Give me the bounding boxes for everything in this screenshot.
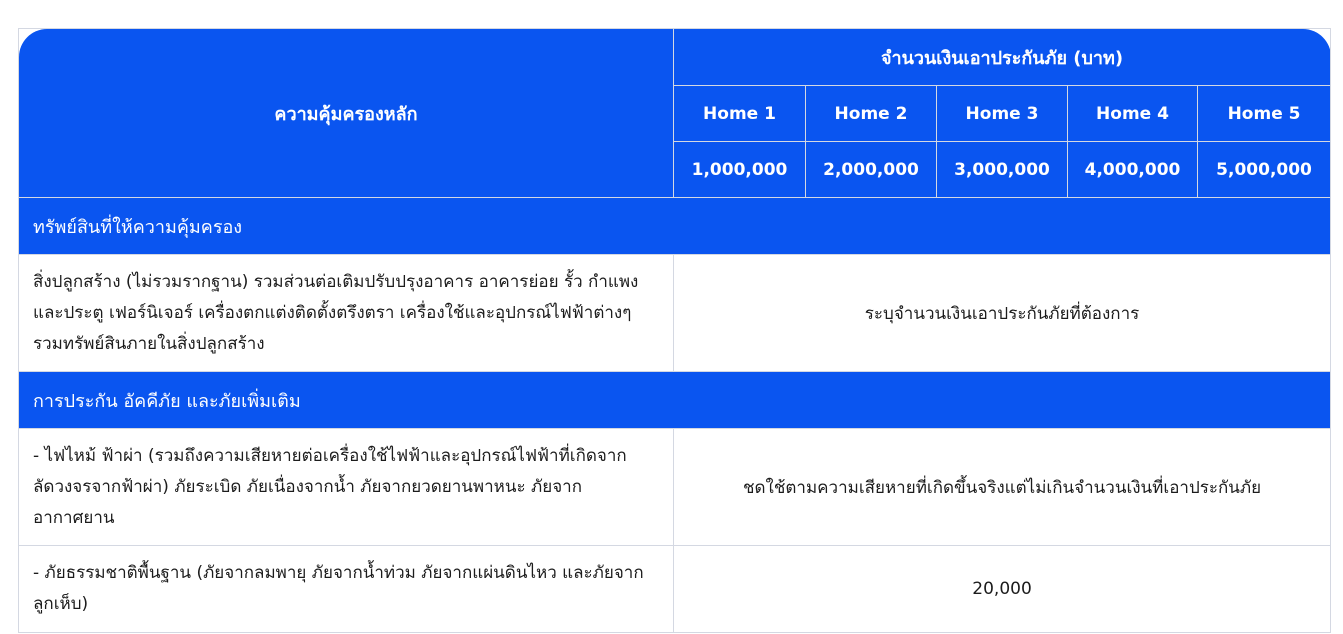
plan-header-home-4: Home 4 — [1067, 85, 1198, 142]
plan-amount-home-4: 4,000,000 — [1067, 141, 1198, 198]
sum-insured-header: จำนวนเงินเอาประกันภัย (บาท) — [672, 28, 1332, 86]
plan-header-home-3: Home 3 — [936, 85, 1068, 142]
coverage-description: - ไฟไหม้ ฟ้าผ่า (รวมถึงความเสียหายต่อเคร… — [18, 428, 674, 546]
plan-amount-home-3: 3,000,000 — [936, 141, 1068, 198]
plan-amount-home-1: 1,000,000 — [673, 141, 806, 198]
coverage-table-container: ความคุ้มครองหลัก จำนวนเงินเอาประกันภัย (… — [17, 28, 1332, 633]
coverage-table: ความคุ้มครองหลัก จำนวนเงินเอาประกันภัย (… — [17, 28, 1332, 633]
coverage-value: ระบุจำนวนเงินเอาประกันภัยที่ต้องการ — [672, 254, 1332, 372]
plan-header-home-2: Home 2 — [805, 85, 937, 142]
section-row-covered-property: ทรัพย์สินที่ให้ความคุ้มครอง — [17, 197, 1332, 255]
coverage-value: 20,000 — [672, 545, 1332, 633]
table-row: - ไฟไหม้ ฟ้าผ่า (รวมถึงความเสียหายต่อเคร… — [18, 428, 1332, 546]
section-title-fire-insurance: การประกัน อัคคีภัย และภัยเพิ่มเติม — [17, 371, 1332, 429]
main-coverage-header: ความคุ้มครองหลัก — [18, 28, 674, 198]
table-row: - ภัยธรรมชาติพื้นฐาน (ภัยจากลมพายุ ภัยจา… — [18, 545, 1332, 633]
coverage-description: - ภัยธรรมชาติพื้นฐาน (ภัยจากลมพายุ ภัยจา… — [18, 545, 674, 633]
section-row-fire-insurance: การประกัน อัคคีภัย และภัยเพิ่มเติม — [17, 371, 1332, 429]
coverage-value: ชดใช้ตามความเสียหายที่เกิดขึ้นจริงแต่ไม่… — [672, 428, 1332, 546]
plan-header-home-1: Home 1 — [673, 85, 806, 142]
table-row: สิ่งปลูกสร้าง (ไม่รวมรากฐาน) รวมส่วนต่อเ… — [18, 254, 1332, 372]
header-row-1: ความคุ้มครองหลัก จำนวนเงินเอาประกันภัย (… — [18, 28, 1332, 198]
plan-header-home-5: Home 5 — [1196, 85, 1332, 142]
coverage-description: สิ่งปลูกสร้าง (ไม่รวมรากฐาน) รวมส่วนต่อเ… — [18, 254, 674, 372]
plan-amount-home-5: 5,000,000 — [1196, 141, 1332, 198]
plan-amount-home-2: 2,000,000 — [805, 141, 937, 198]
section-title-covered-property: ทรัพย์สินที่ให้ความคุ้มครอง — [17, 197, 1332, 255]
